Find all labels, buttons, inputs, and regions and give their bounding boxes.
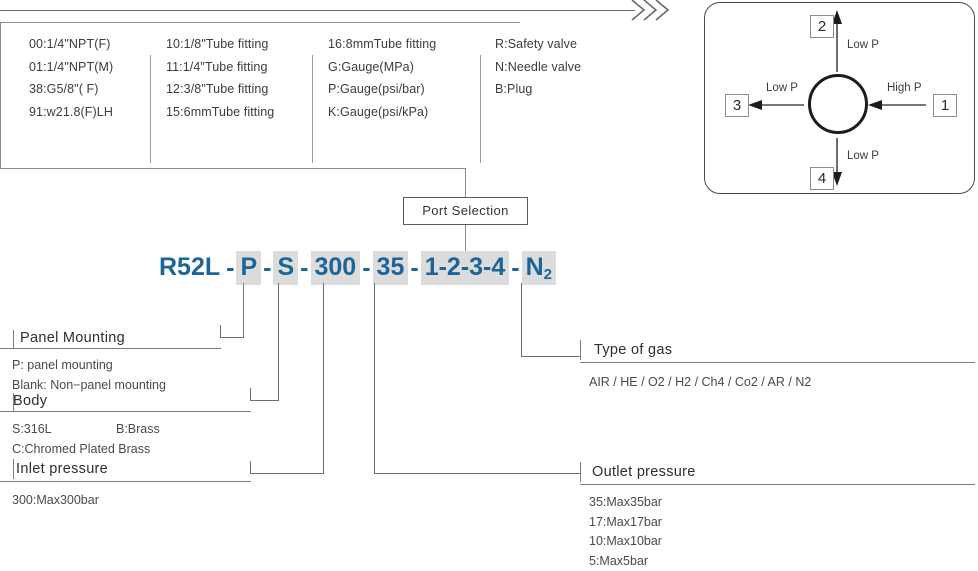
leader-body-v1 bbox=[278, 283, 279, 401]
flow-direction-arrow-head bbox=[630, 0, 674, 24]
outlet-pressure-option: 5:Max5bar bbox=[589, 552, 662, 571]
outlet-pressure-rule bbox=[580, 484, 975, 485]
port-box-2: 2 bbox=[810, 15, 834, 38]
pn-dash: - bbox=[408, 254, 420, 283]
option-cell: 11:1/4"Tube fitting bbox=[166, 56, 274, 79]
port-box-3: 3 bbox=[725, 94, 749, 117]
port-3-pressure-label: Low P bbox=[766, 82, 798, 94]
pn-dash: - bbox=[261, 254, 273, 283]
option-cell: 38:G5/8"( F) bbox=[29, 78, 113, 101]
outlet-pressure-option: 10:Max10bar bbox=[589, 532, 662, 552]
pn-seg-series: R52L bbox=[155, 251, 224, 285]
port-box-4: 4 bbox=[810, 167, 834, 190]
type-of-gas-rule bbox=[580, 362, 975, 363]
type-of-gas-tick bbox=[580, 340, 581, 360]
leader-body-v2 bbox=[250, 388, 251, 401]
port-box-1: 1 bbox=[933, 94, 957, 117]
pn-dash: - bbox=[509, 254, 521, 283]
inlet-pressure-tick bbox=[13, 459, 14, 479]
table-divider-1 bbox=[150, 55, 151, 163]
body-option-b: B:Brass bbox=[116, 422, 160, 436]
leader-gas-v1 bbox=[521, 283, 522, 357]
outlet-pressure-option: 17:Max17bar bbox=[589, 513, 662, 533]
table-divider-2 bbox=[312, 55, 313, 163]
option-cell: 16:8mmTube fitting bbox=[328, 33, 436, 56]
leader-panel-mounting-v1 bbox=[243, 283, 244, 338]
pn-dash: - bbox=[224, 254, 236, 283]
flow-direction-arrow-shaft bbox=[0, 10, 635, 11]
options-column-2: 10:1/8"Tube fitting 11:1/4"Tube fitting … bbox=[166, 33, 274, 123]
port-options-table: 00:1/4"NPT(F) 01:1/4"NPT(M) 38:G5/8"( F)… bbox=[0, 22, 520, 168]
port-selection-leader bbox=[465, 225, 466, 253]
part-number-code: R52L - P - S - 300 - 35 - 1-2-3-4 - N2 bbox=[155, 253, 556, 283]
panel-mounting-option: P: panel mounting bbox=[12, 356, 166, 376]
option-cell: N:Needle valve bbox=[495, 56, 581, 79]
leader-gas-h bbox=[521, 356, 580, 357]
option-cell: 01:1/4"NPT(M) bbox=[29, 56, 113, 79]
option-cell: R:Safety valve bbox=[495, 33, 581, 56]
body-title: Body bbox=[13, 393, 47, 409]
panel-mounting-rule bbox=[0, 348, 221, 349]
type-of-gas-title: Type of gas bbox=[594, 342, 672, 358]
outlet-pressure-option: 35:Max35bar bbox=[589, 493, 662, 513]
inlet-pressure-option: 300:Max300bar bbox=[12, 491, 99, 511]
option-cell: B:Plug bbox=[495, 78, 581, 101]
pn-dash: - bbox=[298, 254, 310, 283]
body-option-row: S:316LB:Brass bbox=[12, 420, 160, 440]
body-rule bbox=[0, 411, 251, 412]
body-option-row: C:Chromed Plated Brass bbox=[12, 440, 160, 460]
options-column-4: R:Safety valve N:Needle valve B:Plug bbox=[495, 33, 581, 101]
pn-dash: - bbox=[360, 254, 372, 283]
outlet-pressure-options: 35:Max35bar 17:Max17bar 10:Max10bar 5:Ma… bbox=[589, 493, 662, 571]
leader-inlet-h bbox=[250, 473, 324, 474]
table-divider-3 bbox=[480, 55, 481, 163]
leader-outlet-v1 bbox=[374, 283, 375, 474]
option-cell: 10:1/8"Tube fitting bbox=[166, 33, 274, 56]
port-1-pressure-label: High P bbox=[887, 82, 922, 94]
option-cell: 91:w21.8(F)LH bbox=[29, 101, 113, 124]
pn-seg-panel-mounting: P bbox=[236, 251, 261, 285]
spine-horizontal bbox=[0, 168, 466, 169]
outlet-pressure-title: Outlet pressure bbox=[592, 464, 696, 480]
options-column-1: 00:1/4"NPT(F) 01:1/4"NPT(M) 38:G5/8"( F)… bbox=[29, 33, 113, 123]
body-options: S:316LB:Brass C:Chromed Plated Brass bbox=[12, 420, 160, 459]
leader-panel-mounting-v2 bbox=[220, 325, 221, 338]
leader-inlet-v1 bbox=[323, 283, 324, 474]
leader-inlet-v2 bbox=[250, 461, 251, 474]
option-cell: 00:1/4"NPT(F) bbox=[29, 33, 113, 56]
spine-drop-to-port-selection bbox=[465, 168, 466, 198]
leader-outlet-stub bbox=[560, 473, 580, 474]
pn-seg-inlet-pressure: 300 bbox=[311, 251, 361, 285]
option-cell: G:Gauge(MPa) bbox=[328, 56, 436, 79]
option-cell: 15:6mmTube fitting bbox=[166, 101, 274, 124]
pn-gas-subscript: 2 bbox=[544, 266, 552, 283]
inlet-pressure-options: 300:Max300bar bbox=[12, 491, 99, 511]
leader-panel-mounting-h bbox=[220, 337, 244, 338]
panel-mounting-tick bbox=[13, 330, 14, 348]
options-column-3: 16:8mmTube fitting G:Gauge(MPa) P:Gauge(… bbox=[328, 33, 436, 123]
inlet-pressure-title: Inlet pressure bbox=[16, 461, 108, 477]
pn-seg-port-selection: 1-2-3-4 bbox=[421, 251, 510, 285]
pn-gas-symbol: N bbox=[526, 253, 544, 281]
option-cell: P:Gauge(psi/bar) bbox=[328, 78, 436, 101]
body-option-a: S:316L bbox=[12, 420, 116, 440]
panel-mounting-title: Panel Mounting bbox=[20, 330, 125, 346]
panel-mounting-options: P: panel mounting Blank: Non−panel mount… bbox=[12, 356, 166, 395]
port-4-pressure-label: Low P bbox=[847, 150, 879, 162]
leader-outlet-h bbox=[374, 473, 560, 474]
pn-seg-outlet-pressure: 35 bbox=[373, 251, 409, 285]
port-selection-box: Port Selection bbox=[403, 197, 528, 225]
inlet-pressure-rule bbox=[0, 481, 251, 482]
type-of-gas-options: AIR / HE / O2 / H2 / Ch4 / Co2 / AR / N2 bbox=[589, 373, 811, 393]
option-cell: 12:3/8"Tube fitting bbox=[166, 78, 274, 101]
leader-body-h bbox=[250, 400, 279, 401]
pn-seg-body: S bbox=[273, 251, 298, 285]
type-of-gas-option: AIR / HE / O2 / H2 / Ch4 / Co2 / AR / N2 bbox=[589, 373, 811, 393]
option-cell: K:Gauge(psi/kPa) bbox=[328, 101, 436, 124]
outlet-pressure-tick bbox=[580, 462, 581, 482]
port-2-pressure-label: Low P bbox=[847, 39, 879, 51]
pn-seg-gas-type: N2 bbox=[522, 251, 556, 285]
